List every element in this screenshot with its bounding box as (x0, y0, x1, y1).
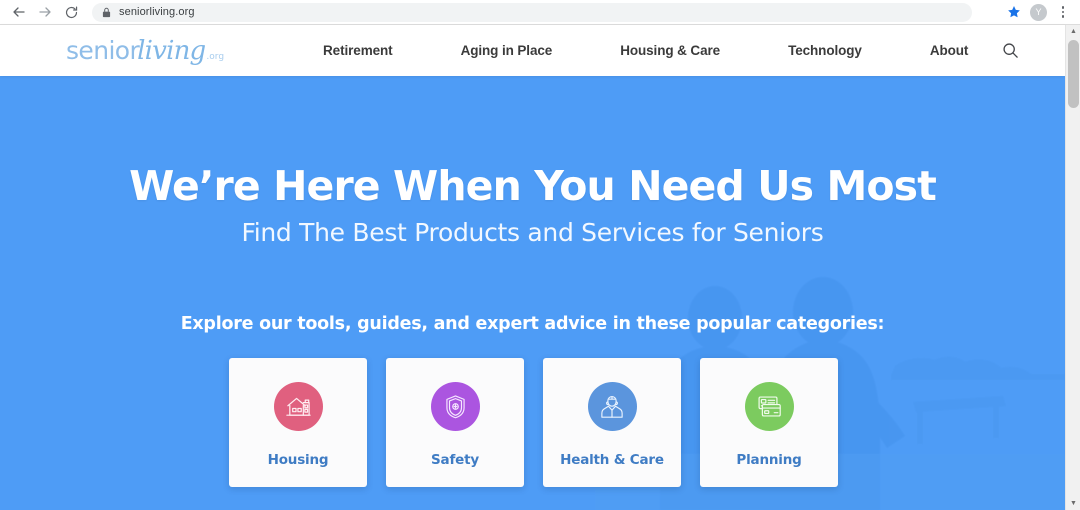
browser-toolbar-right: Y (1007, 3, 1072, 21)
category-card-safety[interactable]: Safety (386, 358, 524, 487)
category-card-housing[interactable]: Housing (229, 358, 367, 487)
address-bar[interactable]: seniorliving.org (92, 2, 972, 22)
cards-icon (744, 382, 794, 431)
logo-text-org: .org (206, 51, 225, 62)
house-icon (273, 382, 323, 431)
nav-item-retirement[interactable]: Retirement (289, 43, 427, 58)
lock-icon (102, 7, 111, 18)
hero-explore-text: Explore our tools, guides, and expert ad… (180, 314, 885, 334)
avatar[interactable]: Y (1030, 3, 1047, 21)
site-logo[interactable]: senior living .org (66, 36, 224, 66)
site-header: senior living .org Retirement Aging in P… (0, 25, 1065, 76)
back-button[interactable] (8, 1, 30, 23)
category-card-label: Housing (267, 452, 329, 468)
category-card-label: Planning (736, 452, 802, 468)
scrollbar-up-arrow-icon[interactable]: ▲ (1066, 25, 1080, 38)
search-icon[interactable] (1002, 40, 1019, 62)
nav-item-technology[interactable]: Technology (754, 43, 896, 58)
hero-title: We’re Here When You Need Us Most (129, 162, 937, 210)
category-card-planning[interactable]: Planning (700, 358, 838, 487)
hero-section: We’re Here When You Need Us Most Find Th… (0, 76, 1065, 510)
category-card-health-care[interactable]: Health & Care (543, 358, 681, 487)
scrollbar-thumb[interactable] (1068, 40, 1079, 108)
hero-subtitle: Find The Best Products and Services for … (241, 218, 824, 247)
category-card-label: Health & Care (560, 452, 664, 468)
nav-item-housing-care[interactable]: Housing & Care (586, 43, 754, 58)
star-icon[interactable] (1007, 5, 1021, 19)
category-card-list: Housing Safety Health & Care Planning (229, 358, 838, 487)
scrollbar-down-arrow-icon[interactable]: ▼ (1066, 497, 1080, 510)
logo-text-senior: senior (66, 35, 140, 65)
reload-button[interactable] (60, 1, 82, 23)
address-bar-url: seniorliving.org (119, 6, 195, 18)
nav-item-aging-in-place[interactable]: Aging in Place (427, 43, 587, 58)
caregiver-icon (587, 382, 637, 431)
forward-button[interactable] (34, 1, 56, 23)
logo-text-living: living (137, 35, 206, 66)
main-navigation: Retirement Aging in Place Housing & Care… (289, 43, 1002, 58)
category-card-label: Safety (431, 452, 479, 468)
browser-toolbar: seniorliving.org Y (0, 0, 1080, 25)
kebab-menu-icon[interactable] (1056, 4, 1070, 21)
shield-lock-icon (430, 382, 480, 431)
nav-item-about[interactable]: About (896, 43, 1002, 58)
page-scrollbar[interactable]: ▲ ▼ (1065, 25, 1080, 510)
